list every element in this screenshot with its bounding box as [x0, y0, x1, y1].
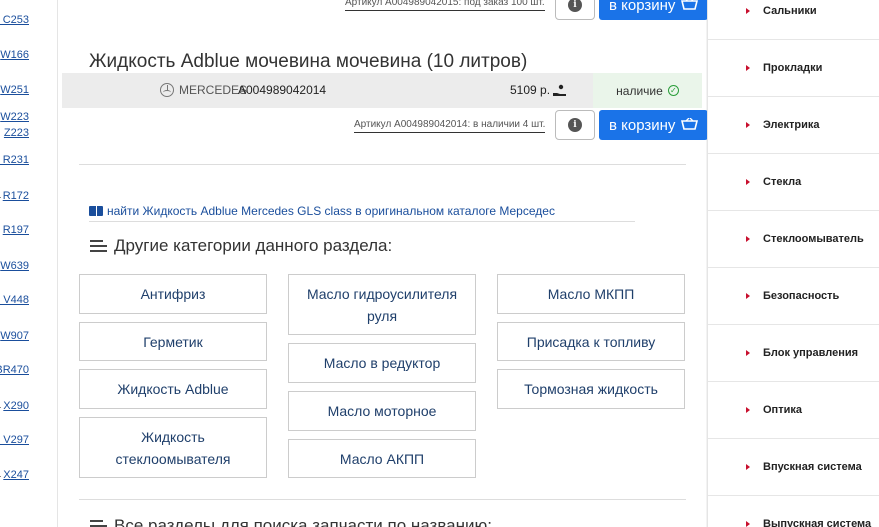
sidebar-item-label: Электрика — [763, 119, 820, 131]
category-button[interactable]: Масло АКПП — [288, 439, 476, 478]
prev-artikul-label: Артикул A004989042015: под заказ 100 шт. — [345, 0, 545, 11]
part-number: A004989042014 — [238, 83, 327, 97]
sidebar-item-label: Блок управления — [763, 347, 859, 359]
sidebar-item-salniki[interactable]: Сальники — [708, 0, 879, 40]
artikul-label: Артикул A004989042014: в наличии 4 шт. — [354, 119, 546, 133]
category-button[interactable]: Антифриз — [79, 274, 267, 314]
category-button[interactable]: Масло гидроусилителя руля — [288, 274, 476, 335]
category-button[interactable]: Масло в редуктор — [288, 343, 476, 383]
sidebar-item-steklоomyvatel[interactable]: Стеклоомыватель — [708, 211, 879, 268]
heading-text: Другие категории данного раздела: — [114, 236, 393, 255]
sidebar-item-label: Сальники — [763, 5, 817, 17]
product-title: Жидкость Adblue мочевина мочевина (10 ли… — [89, 51, 528, 72]
info-button[interactable]: i — [555, 110, 595, 140]
heading-text: Все разделы для поиска запчасти по назва… — [114, 516, 492, 527]
caret-right-icon — [746, 464, 750, 470]
model-link[interactable]: W223 — [0, 111, 29, 123]
info-icon: i — [568, 118, 582, 132]
model-link[interactable]: BR470 — [0, 364, 29, 376]
stock-status: наличие ✓ — [593, 73, 702, 108]
model-link[interactable]: 8 C253 — [0, 14, 29, 26]
brand-name: MERCEDES — [179, 83, 248, 97]
caret-right-icon — [746, 236, 750, 242]
main-area: Артикул A004989042015: под заказ 100 шт.… — [59, 0, 709, 527]
sidebar-item-label: Впускная система — [763, 461, 862, 473]
cart-icon — [681, 0, 699, 10]
sidebar-item-prokladki[interactable]: Прокладки — [708, 40, 879, 97]
cart-icon — [681, 118, 699, 130]
model-link[interactable]: W639 — [0, 260, 29, 272]
price-value: 5109 р. — [510, 83, 551, 97]
menu-lines-icon — [90, 240, 107, 252]
category-button[interactable]: Тормозная жидкость — [497, 369, 685, 409]
model-link[interactable]: W907 — [0, 330, 29, 342]
check-circle-icon: ✓ — [667, 85, 679, 96]
hand-coin-icon — [553, 84, 567, 96]
sidebar-item-stekla[interactable]: Стекла — [708, 154, 879, 211]
caret-right-icon — [746, 293, 750, 299]
caret-right-icon — [746, 8, 750, 14]
content-panel: Артикул A004989042015: под заказ 100 шт.… — [59, 0, 709, 527]
all-sections-heading: Все разделы для поиска запчасти по назва… — [90, 516, 492, 527]
category-sidebar: Сальники Прокладки Электрика Стекла Стек… — [707, 0, 879, 527]
sidebar-item-vypusknaya-sistema[interactable]: Выпускная система — [708, 496, 879, 527]
original-catalog-link[interactable]: найти Жидкость Adblue Mercedes GLS class… — [89, 204, 635, 222]
caret-right-icon — [746, 407, 750, 413]
prev-info-button[interactable]: i — [555, 0, 595, 20]
model-link[interactable]: 7 V448 — [0, 294, 29, 306]
model-link[interactable]: X290 — [0, 400, 29, 412]
divider — [79, 499, 686, 500]
add-to-cart-button[interactable]: в корзину — [599, 110, 709, 140]
sidebar-item-bezopasnost[interactable]: Безопасность — [708, 268, 879, 325]
category-button[interactable]: Герметик — [79, 322, 267, 361]
sidebar-item-elektrika[interactable]: Электрика — [708, 97, 879, 154]
menu-lines-icon — [90, 520, 107, 527]
sidebar-item-blok-upravleniya[interactable]: Блок управления — [708, 325, 879, 382]
other-categories-heading: Другие категории данного раздела: — [90, 236, 392, 256]
model-link[interactable]: R197 — [3, 224, 29, 236]
sidebar-item-label: Стекла — [763, 176, 802, 188]
category-button[interactable]: Жидкость стеклоомывателя — [79, 417, 267, 478]
caret-right-icon — [746, 122, 750, 128]
model-link[interactable]: Z223 — [4, 127, 29, 139]
sidebar-item-label: Безопасность — [763, 290, 840, 302]
category-button[interactable]: Присадка к топливу — [497, 322, 685, 361]
sidebar-item-label: Прокладки — [763, 62, 823, 74]
model-link[interactable]: W166 — [0, 49, 29, 61]
category-button[interactable]: Масло моторное — [288, 391, 476, 431]
caret-right-icon — [746, 350, 750, 356]
model-link[interactable]: X247 — [0, 469, 29, 481]
price: 5109 р. — [510, 83, 567, 97]
sidebar-item-label: Выпускная система — [763, 518, 872, 527]
caret-right-icon — [746, 65, 750, 71]
product-row: MERCEDES A004989042014 5109 р. наличие ✓ — [62, 73, 702, 108]
info-icon: i — [568, 0, 582, 12]
mercedes-logo-icon — [160, 83, 174, 97]
catalog-link-text: найти Жидкость Adblue Mercedes GLS class… — [107, 204, 555, 218]
sidebar-item-label: Оптика — [763, 404, 802, 416]
model-sidebar: 8 C253 W166 W251 W223 Z223 0 R231 R172 R… — [0, 0, 58, 527]
stock-label: наличие — [616, 83, 663, 98]
category-button[interactable]: Жидкость Adblue — [79, 369, 267, 409]
category-button[interactable]: Масло МКПП — [497, 274, 685, 314]
prev-add-to-cart-button[interactable]: в корзину — [599, 0, 709, 20]
model-link[interactable]: R172 — [0, 190, 29, 202]
book-icon — [89, 206, 103, 216]
cart-label: в корзину — [609, 116, 676, 134]
sidebar-item-optika[interactable]: Оптика — [708, 382, 879, 439]
model-link[interactable]: W251 — [0, 84, 29, 96]
cart-label: в корзину — [609, 0, 676, 14]
divider — [79, 164, 686, 165]
caret-right-icon — [746, 179, 750, 185]
model-link[interactable]: 0 R231 — [0, 154, 29, 166]
caret-right-icon — [746, 521, 750, 527]
sidebar-item-label: Стеклоомыватель — [763, 233, 864, 245]
model-link[interactable]: 8 V297 — [0, 434, 29, 446]
brand: MERCEDES — [160, 83, 247, 97]
sidebar-item-vpusknaya-sistema[interactable]: Впускная система — [708, 439, 879, 496]
